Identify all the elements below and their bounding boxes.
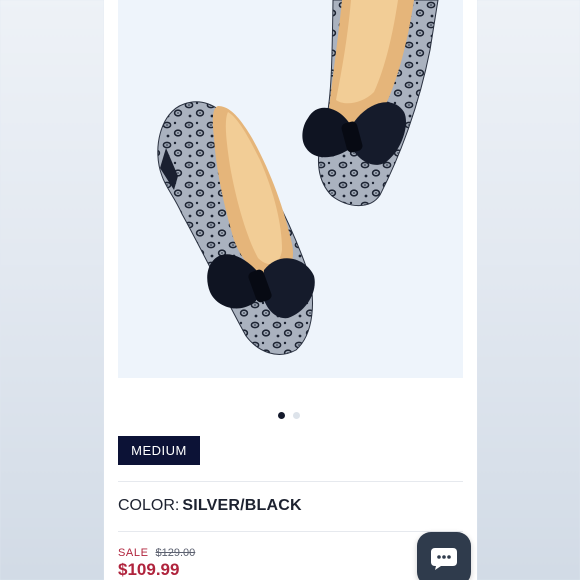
chat-bubble-icon — [431, 548, 457, 570]
divider — [118, 531, 463, 532]
color-label: COLOR: — [118, 497, 180, 514]
background-left — [0, 0, 104, 580]
product-page: MEDIUM COLOR: SILVER/BLACK SALE $129.00 … — [104, 0, 477, 580]
shoe-back — [302, 0, 439, 207]
color-value: SILVER/BLACK — [182, 497, 302, 514]
price-info: SALE $129.00 — [118, 547, 195, 559]
original-price: $129.00 — [155, 547, 196, 559]
divider — [118, 481, 463, 482]
product-image[interactable] — [118, 0, 463, 378]
shoe-illustration-icon — [157, 0, 439, 355]
sale-label: SALE — [118, 547, 149, 559]
carousel-dot-active[interactable] — [278, 412, 285, 419]
carousel-dots — [278, 412, 300, 419]
chat-button[interactable] — [417, 532, 471, 580]
carousel-dot[interactable] — [293, 412, 300, 419]
background-right — [477, 0, 580, 580]
shoe-front — [157, 101, 315, 355]
size-option-button[interactable]: MEDIUM — [118, 436, 200, 465]
sale-price: $109.99 — [118, 560, 180, 579]
color-selection: COLOR: SILVER/BLACK — [118, 497, 302, 515]
